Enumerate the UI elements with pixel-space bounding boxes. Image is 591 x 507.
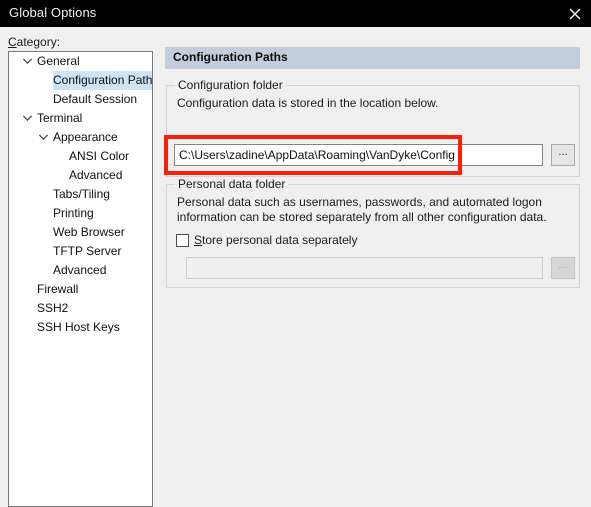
- tree-item-tftp-server[interactable]: TFTP Server: [9, 242, 152, 261]
- chevron-down-icon[interactable]: [23, 115, 32, 122]
- tree-item-label: SSH Host Keys: [37, 320, 120, 334]
- tree-item-tabs-tiling[interactable]: Tabs/Tiling: [9, 185, 152, 204]
- tree-item-general[interactable]: General: [9, 52, 152, 71]
- checkbox-label-rest: tore personal data separately: [202, 233, 358, 247]
- checkbox-label-accel: S: [194, 233, 203, 247]
- personal-path-input[interactable]: [186, 257, 543, 279]
- dialog-body: Category: General Configuration Paths Defa…: [0, 27, 591, 507]
- configuration-browse-button[interactable]: ...: [551, 144, 575, 166]
- tree-item-label: Firewall: [37, 282, 79, 296]
- page-header-band: Configuration Paths: [165, 47, 580, 69]
- store-personal-data-separately-label: Store personal data separately: [194, 233, 357, 247]
- tree-item-firewall[interactable]: Firewall: [9, 280, 152, 299]
- tree-item-label: General: [37, 54, 80, 68]
- chevron-down-icon[interactable]: [39, 134, 48, 141]
- tree-item-label: Printing: [53, 206, 94, 220]
- tree-item-label: TFTP Server: [53, 244, 122, 258]
- tree-item-label: SSH2: [37, 301, 69, 315]
- personal-data-folder-description: Personal data such as usernames, passwor…: [177, 195, 547, 224]
- close-button[interactable]: [559, 0, 591, 27]
- tree-item-appearance[interactable]: Appearance: [9, 128, 152, 147]
- personal-browse-button[interactable]: ...: [551, 257, 575, 279]
- tree-item-ssh2[interactable]: SSH2: [9, 299, 152, 318]
- category-tree[interactable]: General Configuration Paths Default Sessio…: [8, 51, 153, 507]
- configuration-path-input[interactable]: [174, 144, 543, 166]
- configuration-folder-legend: Configuration folder: [175, 78, 286, 92]
- tree-item-terminal[interactable]: Terminal: [9, 109, 152, 128]
- tree-item-label: Configuration Paths: [53, 71, 152, 90]
- tree-item-advanced[interactable]: Advanced: [9, 261, 152, 280]
- title-bar: Global Options: [0, 0, 591, 27]
- personal-data-folder-legend: Personal data folder: [175, 177, 289, 191]
- tree-item-advanced[interactable]: Advanced: [9, 166, 152, 185]
- category-label-rest: ategory:: [16, 35, 61, 49]
- tree-item-ansi-color[interactable]: ANSI Color: [9, 147, 152, 166]
- tree-item-configuration-paths[interactable]: Configuration Paths: [9, 71, 152, 90]
- category-tree-list: General Configuration Paths Default Sessio…: [9, 52, 152, 337]
- tree-item-label: Advanced: [53, 263, 107, 277]
- tree-item-ssh-host-keys[interactable]: SSH Host Keys: [9, 318, 152, 337]
- tree-item-label: Default Session: [53, 92, 138, 106]
- tree-item-label: Terminal: [37, 111, 83, 125]
- tree-item-default-session[interactable]: Default Session: [9, 90, 152, 109]
- window-title: Global Options: [9, 5, 97, 20]
- tree-item-label: Appearance: [53, 130, 118, 144]
- category-label-accel: C: [8, 35, 17, 49]
- tree-item-web-browser[interactable]: Web Browser: [9, 223, 152, 242]
- tree-item-label: Tabs/Tiling: [53, 187, 110, 201]
- chevron-down-icon[interactable]: [23, 58, 32, 65]
- tree-item-label: ANSI Color: [69, 149, 130, 163]
- category-label: Category:: [8, 35, 60, 49]
- tree-item-label: Advanced: [69, 168, 123, 182]
- tree-item-printing[interactable]: Printing: [9, 204, 152, 223]
- store-personal-data-separately-checkbox[interactable]: [176, 234, 189, 247]
- configuration-folder-description: Configuration data is stored in the loca…: [177, 96, 439, 110]
- page-title: Configuration Paths: [173, 50, 288, 64]
- tree-item-label: Web Browser: [53, 225, 125, 239]
